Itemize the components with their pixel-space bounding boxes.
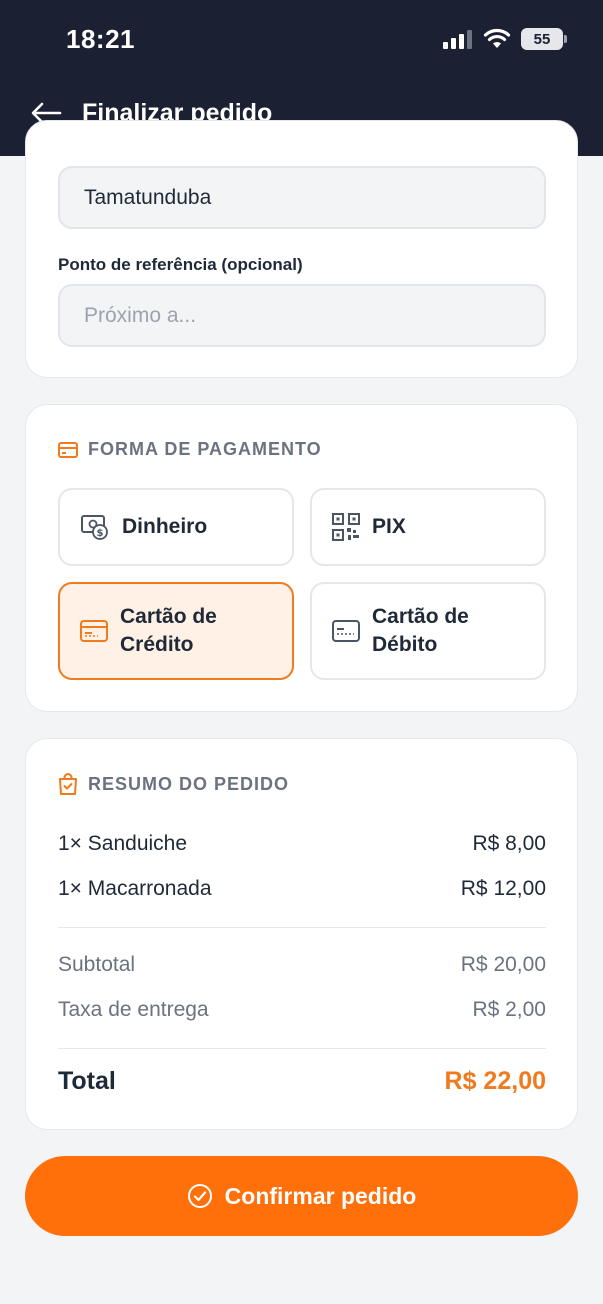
- order-item-row: 1× Macarronada R$ 12,00: [58, 877, 546, 901]
- wifi-icon: [483, 28, 511, 48]
- summary-title-text: RESUMO DO PEDIDO: [88, 773, 290, 794]
- item-price: R$ 12,00: [460, 877, 546, 900]
- neighborhood-field[interactable]: Tamatunduba: [58, 166, 546, 229]
- item-name: 1× Sanduiche: [58, 832, 188, 855]
- divider: [58, 1048, 546, 1049]
- confirm-label: Confirmar pedido: [224, 1182, 417, 1209]
- summary-section-title: RESUMO DO PEDIDO: [58, 773, 289, 795]
- divider: [58, 927, 546, 928]
- qr-code-icon: [332, 513, 360, 541]
- shopping-bag-icon: [59, 773, 77, 795]
- check-circle-icon: [187, 1184, 212, 1208]
- delivery-fee-row: Taxa de entrega R$ 2,00: [58, 998, 546, 1022]
- payment-option-dinheiro[interactable]: $ Dinheiro: [58, 488, 294, 566]
- item-price: R$ 8,00: [472, 832, 546, 855]
- label-line-2: Débito: [372, 633, 438, 656]
- label-line-1: Cartão de: [372, 605, 469, 628]
- payment-option-debito[interactable]: Cartão de Débito: [310, 582, 546, 680]
- payment-option-label: PIX: [372, 515, 406, 538]
- address-card: Tamatunduba Ponto de referência (opciona…: [25, 120, 578, 378]
- delivery-fee-label: Taxa de entrega: [58, 998, 209, 1021]
- label-line-2: Crédito: [120, 633, 194, 656]
- payment-title-text: FORMA DE PAGAMENTO: [88, 439, 322, 459]
- total-label: Total: [58, 1067, 116, 1095]
- item-name: 1× Macarronada: [58, 877, 212, 900]
- payment-section-title: FORMA DE PAGAMENTO: [58, 439, 322, 460]
- card-icon: [58, 441, 78, 458]
- signal-icon: [443, 30, 472, 49]
- payment-option-label: Cartão de Crédito: [120, 603, 217, 659]
- status-icons: 55: [443, 28, 567, 50]
- svg-text:$: $: [97, 528, 104, 539]
- reference-field[interactable]: Próximo a...: [58, 284, 546, 347]
- subtotal-value: R$ 20,00: [460, 953, 546, 976]
- payment-option-credito[interactable]: Cartão de Crédito: [58, 582, 294, 680]
- total-row: Total R$ 22,00: [58, 1067, 546, 1096]
- credit-card-icon: [80, 620, 108, 642]
- status-time: 18:21: [66, 24, 135, 54]
- cash-icon: $: [81, 515, 108, 540]
- label-line-1: Cartão de: [120, 605, 217, 628]
- confirm-order-button[interactable]: Confirmar pedido: [25, 1156, 578, 1236]
- delivery-fee-value: R$ 2,00: [472, 998, 546, 1021]
- subtotal-row: Subtotal R$ 20,00: [58, 953, 546, 977]
- total-value: R$ 22,00: [444, 1067, 546, 1095]
- reference-label: Ponto de referência (opcional): [58, 255, 303, 274]
- order-item-row: 1× Sanduiche R$ 8,00: [58, 832, 546, 856]
- payment-option-pix[interactable]: PIX: [310, 488, 546, 566]
- subtotal-label: Subtotal: [58, 953, 136, 976]
- payment-option-label: Cartão de Débito: [372, 603, 469, 659]
- payment-option-label: Dinheiro: [122, 515, 208, 538]
- payment-card: FORMA DE PAGAMENTO $ Dinheiro PIX Cartão…: [25, 404, 578, 712]
- summary-card: RESUMO DO PEDIDO 1× Sanduiche R$ 8,00 1×…: [25, 738, 578, 1130]
- debit-card-icon: [332, 620, 360, 642]
- battery-icon: 55: [521, 28, 567, 50]
